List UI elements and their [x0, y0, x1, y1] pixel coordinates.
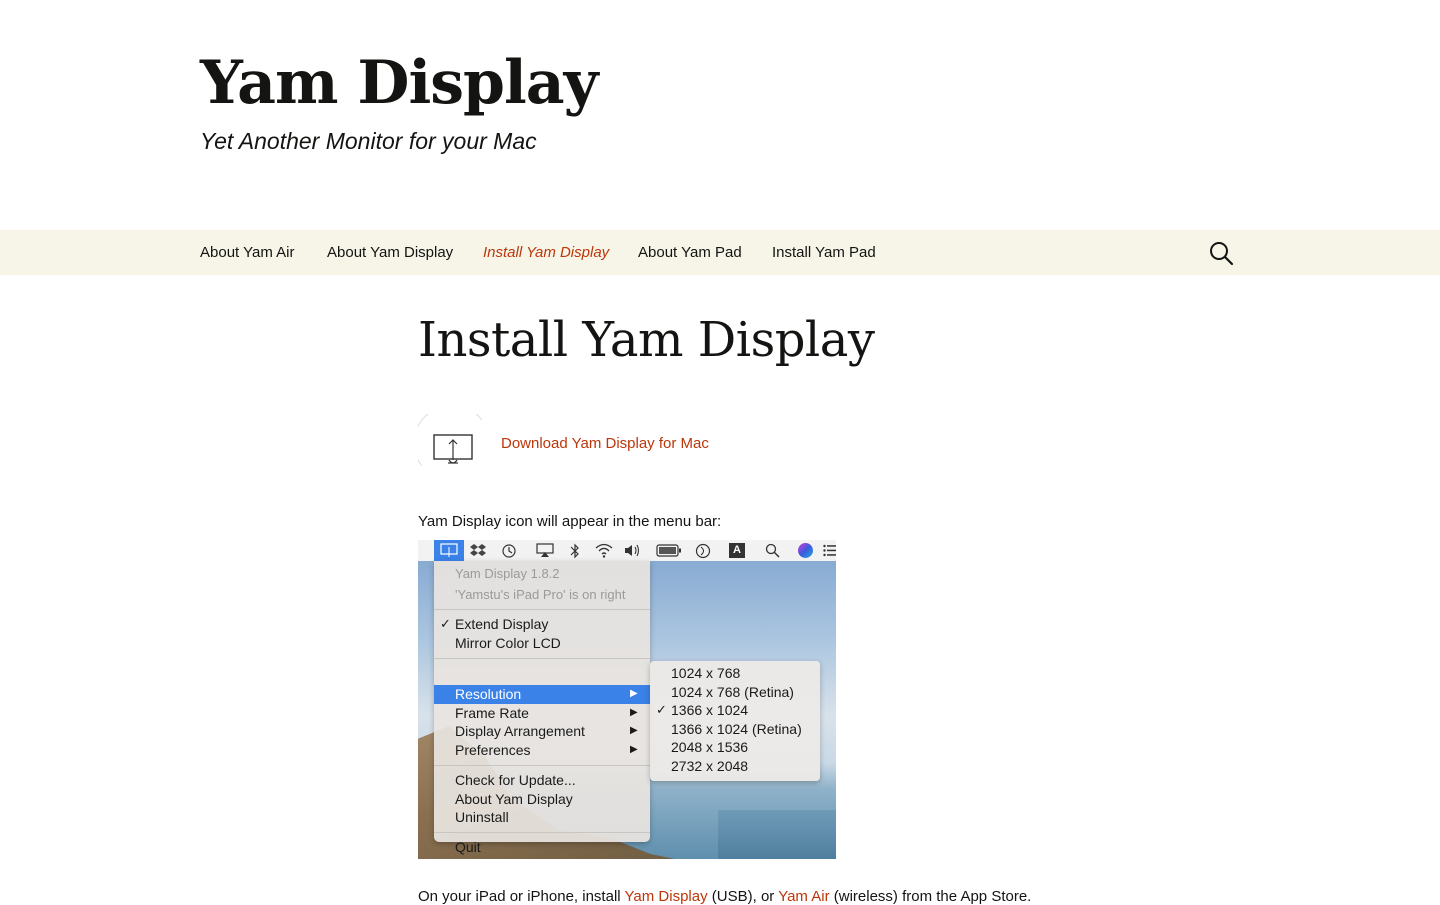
menu-mirror-color-lcd[interactable]: Mirror Color LCD	[455, 635, 561, 652]
nav-about-yam-display[interactable]: About Yam Display	[327, 230, 453, 275]
yam-display-dropdown-menu: Yam Display 1.8.2 'Yamstu's iPad Pro' is…	[434, 561, 650, 855]
menu-resolution[interactable]: Resolution	[455, 686, 521, 703]
resolution-option[interactable]: 2732 x 2048	[671, 758, 748, 775]
status-icon	[695, 543, 711, 559]
site-header: Yam Display Yet Another Monitor for your…	[0, 0, 1440, 230]
menu-status: 'Yamstu's iPad Pro' is on right	[455, 587, 626, 602]
nav-install-yam-display[interactable]: Install Yam Display	[483, 230, 609, 275]
menu-separator	[434, 832, 650, 833]
menu-frame-rate[interactable]: Frame Rate	[455, 705, 529, 722]
install-text-prefix: On your iPad or iPhone, install	[418, 888, 625, 905]
menu-about-yam-display[interactable]: About Yam Display	[455, 791, 573, 808]
site-title[interactable]: Yam Display	[200, 48, 599, 118]
menu-preferences[interactable]: Preferences	[455, 742, 530, 759]
volume-icon	[625, 544, 640, 557]
menu-uninstall[interactable]: Uninstall	[455, 809, 509, 826]
time-machine-icon	[502, 544, 516, 558]
menu-display-arrangement[interactable]: Display Arrangement	[455, 723, 585, 740]
menu-bar-screenshot: A Yam Display 1.8.2 'Yamstu's iPad Pro' …	[418, 540, 836, 859]
battery-icon	[656, 544, 681, 557]
menu-version: Yam Display 1.8.2	[455, 566, 560, 581]
resolution-option[interactable]: 2048 x 1536	[671, 739, 748, 756]
menubar-intro-text: Yam Display icon will appear in the menu…	[418, 513, 722, 530]
download-mac-link[interactable]: Download Yam Display for Mac	[501, 435, 709, 452]
notification-center-icon	[823, 544, 836, 557]
menu-separator	[434, 765, 650, 766]
wifi-icon	[595, 543, 613, 558]
yam-display-app-store-link[interactable]: Yam Display	[625, 888, 708, 905]
sea-background	[718, 810, 836, 859]
submenu-arrow-icon: ▶	[630, 744, 638, 755]
install-instructions-text: On your iPad or iPhone, install Yam Disp…	[418, 888, 1031, 905]
bluetooth-icon	[570, 543, 579, 559]
menu-quit[interactable]: Quit	[455, 839, 481, 856]
search-icon[interactable]	[1208, 240, 1234, 266]
resolution-option[interactable]: 1024 x 768	[671, 665, 740, 682]
install-text-suffix: (wireless) from the App Store.	[829, 888, 1032, 905]
resolution-option[interactable]: 1366 x 1024	[671, 702, 748, 719]
submenu-arrow-icon: ▶	[630, 725, 638, 736]
nav-about-yam-pad[interactable]: About Yam Pad	[638, 230, 742, 275]
siri-icon	[798, 543, 813, 558]
menu-separator	[434, 609, 650, 610]
dropbox-icon	[470, 544, 486, 556]
install-text-mid: (USB), or	[707, 888, 779, 905]
submenu-arrow-icon: ▶	[630, 688, 638, 699]
menu-separator	[434, 658, 650, 659]
resolution-submenu: 1024 x 768 1024 x 768 (Retina) ✓ 1366 x …	[650, 661, 820, 781]
site-tagline: Yet Another Monitor for your Mac	[200, 128, 537, 154]
menu-extend-display[interactable]: Extend Display	[455, 616, 548, 633]
yam-display-menubar-icon	[440, 543, 458, 557]
nav-about-yam-air[interactable]: About Yam Air	[200, 230, 295, 275]
resolution-option[interactable]: 1366 x 1024 (Retina)	[671, 721, 802, 738]
yam-display-app-icon[interactable]	[418, 414, 486, 470]
page-title: Install Yam Display	[418, 312, 875, 368]
nav-install-yam-pad[interactable]: Install Yam Pad	[772, 230, 876, 275]
spotlight-search-icon	[765, 543, 780, 558]
submenu-arrow-icon: ▶	[630, 707, 638, 718]
menu-check-for-update[interactable]: Check for Update...	[455, 772, 576, 789]
input-source-icon: A	[729, 543, 745, 558]
resolution-option[interactable]: 1024 x 768 (Retina)	[671, 684, 794, 701]
mac-menu-bar: A	[418, 540, 836, 561]
airplay-icon	[536, 543, 554, 557]
check-icon: ✓	[656, 702, 667, 717]
yam-air-app-store-link[interactable]: Yam Air	[778, 888, 829, 905]
check-icon: ✓	[440, 616, 451, 631]
